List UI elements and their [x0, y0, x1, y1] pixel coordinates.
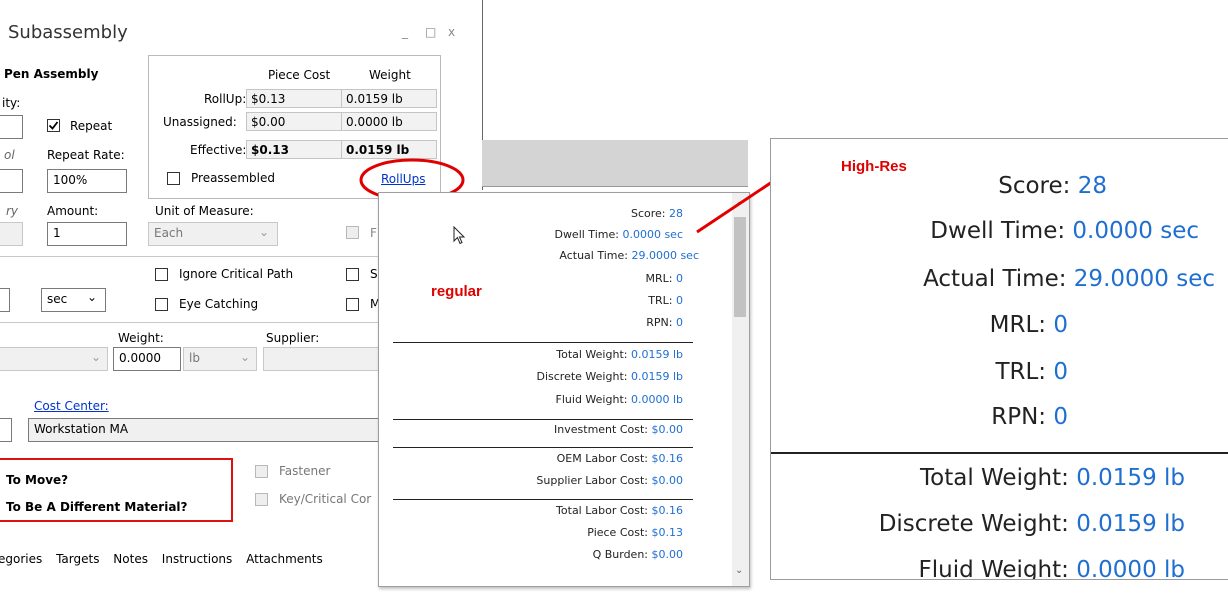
hires-row-trl: TRL: 0 [995, 359, 1068, 385]
hires-row-fluid-weight: Fluid Weight: 0.0000 lb [918, 557, 1185, 579]
hires-row-mrl: MRL: 0 [989, 312, 1068, 338]
divider [771, 452, 1228, 454]
hires-row-actual-time: Actual Time: 29.0000 sec [923, 266, 1215, 292]
hires-row-score: Score: 28 [998, 173, 1107, 199]
hires-row-total-weight: Total Weight: 0.0159 lb [920, 465, 1185, 491]
tooltip-high-res: High-Res Score: 28 Dwell Time: 0.0000 se… [770, 138, 1228, 580]
high-res-annotation: High-Res [841, 158, 907, 175]
hires-row-discrete-weight: Discrete Weight: 0.0159 lb [878, 511, 1185, 537]
hires-row-dwell-time: Dwell Time: 0.0000 sec [930, 218, 1199, 244]
hires-row-rpn: RPN: 0 [991, 404, 1068, 430]
